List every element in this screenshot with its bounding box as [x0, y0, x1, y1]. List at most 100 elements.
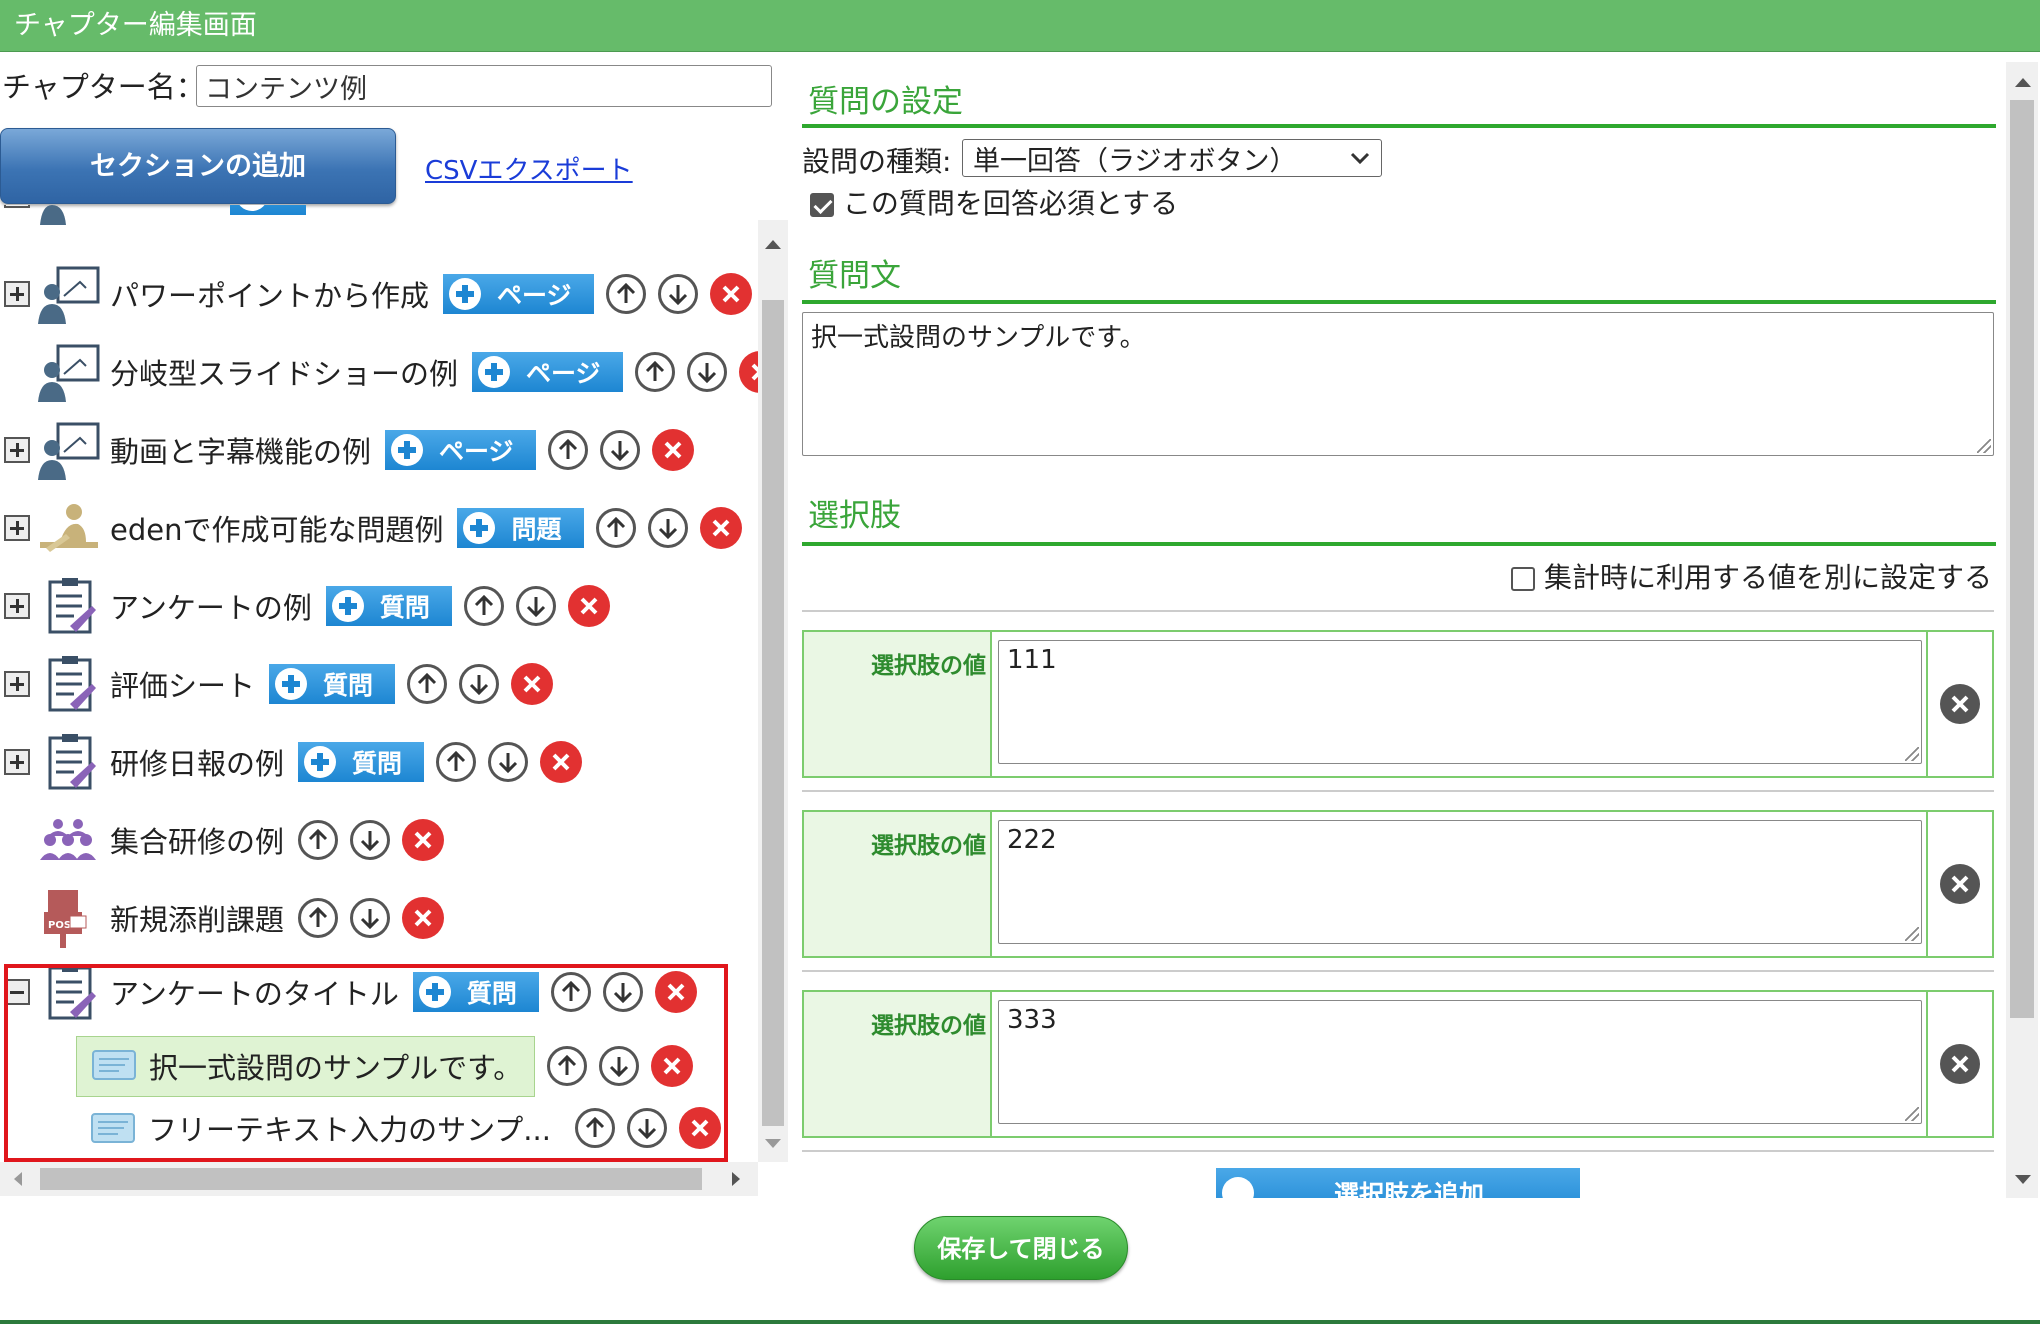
expand-icon[interactable]	[4, 515, 30, 541]
add-item-label: ページ	[526, 359, 601, 388]
question-text-textarea[interactable]: 択一式設問のサンプルです。	[802, 312, 1994, 456]
add-item-button[interactable]: ページ	[385, 430, 536, 470]
tree-item-label: 集合研修の例	[110, 825, 285, 859]
delete-icon[interactable]	[709, 273, 752, 315]
option-value-textarea[interactable]: 111	[998, 640, 1922, 764]
move-down-icon[interactable]	[488, 742, 529, 782]
move-down-icon[interactable]	[459, 664, 500, 704]
add-item-button[interactable]: 質問	[298, 742, 425, 782]
add-item-button[interactable]: 質問	[325, 586, 452, 626]
settings-scroll-thumb[interactable]	[2010, 100, 2034, 1018]
presenter-icon	[36, 342, 102, 402]
save-and-close-button[interactable]: 保存して閉じる	[914, 1216, 1128, 1280]
move-down-icon[interactable]	[657, 274, 698, 314]
tree-row[interactable]: 評価シート 質問	[0, 654, 554, 714]
resize-handle[interactable]	[1977, 439, 1991, 453]
tree-row[interactable]: 研修日報の例 質問	[0, 732, 583, 792]
add-item-button[interactable]: ページ	[472, 352, 623, 392]
expand-icon[interactable]	[4, 593, 30, 619]
scroll-right-arrow-icon[interactable]	[728, 1170, 744, 1188]
expand-icon[interactable]	[4, 437, 30, 463]
delete-icon[interactable]	[567, 585, 610, 627]
delete-icon[interactable]	[402, 897, 445, 939]
move-down-icon[interactable]	[350, 898, 391, 938]
delete-icon[interactable]	[540, 741, 583, 783]
plus-icon	[331, 590, 364, 622]
move-up-icon[interactable]	[634, 352, 675, 392]
option-value: 333	[1007, 1005, 1057, 1035]
scroll-left-arrow-icon[interactable]	[10, 1170, 26, 1188]
move-up-icon[interactable]	[547, 430, 588, 470]
tree-item-label: edenで作成可能な問題例	[110, 513, 444, 547]
study-icon	[36, 498, 102, 558]
add-section-button[interactable]: セクションの追加	[0, 128, 396, 204]
tree-row[interactable]: POST 新規添削課題	[0, 888, 445, 948]
tree-row[interactable]: edenで作成可能な問題例 問題	[0, 498, 742, 558]
add-item-button[interactable]: 問題	[457, 508, 584, 548]
remove-option-icon[interactable]	[1940, 864, 1980, 904]
tree-row[interactable]: 動画と字幕機能の例 ページ	[0, 420, 694, 480]
move-down-icon[interactable]	[599, 430, 640, 470]
question-type-select[interactable]: 単一回答（ラジオボタン）	[962, 139, 1382, 177]
move-down-icon[interactable]	[647, 508, 688, 548]
add-item-label: 質問	[323, 671, 374, 700]
presenter-icon	[36, 420, 102, 480]
option-value-textarea[interactable]: 222	[998, 820, 1922, 944]
remove-option-icon[interactable]	[1940, 684, 1980, 724]
tree-row[interactable]: 集合研修の例	[0, 810, 445, 870]
option-value-textarea[interactable]: 333	[998, 1000, 1922, 1124]
divider	[802, 790, 1994, 792]
move-down-icon[interactable]	[686, 352, 727, 392]
divider	[802, 970, 1994, 972]
delete-icon[interactable]	[402, 819, 445, 861]
scroll-down-arrow-icon[interactable]	[762, 1136, 784, 1152]
tree-horizontal-scrollbar[interactable]	[0, 1162, 758, 1196]
settings-scroll-down-arrow-icon[interactable]	[2012, 1172, 2034, 1188]
tree-item-label: 研修日報の例	[110, 747, 285, 781]
settings-scroll-up-arrow-icon[interactable]	[2012, 74, 2034, 90]
move-down-icon[interactable]	[350, 820, 391, 860]
option-row: 選択肢の値 111	[802, 630, 1994, 778]
move-up-icon[interactable]	[595, 508, 636, 548]
resize-handle[interactable]	[1905, 927, 1919, 941]
move-up-icon[interactable]	[463, 586, 504, 626]
move-up-icon[interactable]	[298, 898, 339, 938]
divider	[802, 300, 1996, 304]
add-item-button[interactable]: ページ	[443, 274, 594, 314]
add-option-button[interactable]: 選択肢を追加	[1216, 1168, 1580, 1198]
plus-icon	[449, 278, 482, 310]
chapter-name-input[interactable]	[196, 65, 772, 107]
options-heading: 選択肢	[808, 498, 901, 534]
option-value-label: 選択肢の値	[804, 632, 992, 776]
scroll-up-arrow-icon[interactable]	[762, 236, 784, 252]
move-up-icon[interactable]	[407, 664, 448, 704]
tree-row[interactable]: パワーポイントから作成 ページ	[0, 264, 752, 324]
csv-export-link[interactable]: CSVエクスポート	[425, 150, 633, 187]
delete-icon[interactable]	[651, 429, 694, 471]
move-up-icon[interactable]	[436, 742, 477, 782]
tree-row[interactable]: 分岐型スライドショーの例 ページ	[0, 342, 781, 402]
tree-scroll-thumb[interactable]	[762, 300, 784, 1126]
expand-icon[interactable]	[4, 749, 30, 775]
add-item-button[interactable]: 質問	[269, 664, 396, 704]
separate-value-checkbox[interactable]	[1511, 567, 1536, 591]
move-up-icon[interactable]	[298, 820, 339, 860]
resize-handle[interactable]	[1905, 747, 1919, 761]
remove-option-icon[interactable]	[1940, 1044, 1980, 1084]
required-checkbox[interactable]	[810, 193, 834, 217]
expand-icon[interactable]	[4, 205, 30, 208]
divider	[802, 124, 1996, 128]
expand-icon[interactable]	[4, 281, 30, 307]
add-page-button[interactable]	[230, 205, 306, 215]
add-item-label: 質問	[352, 749, 403, 778]
question-settings-panel: 質問の設定 設問の種類: 単一回答（ラジオボタン） この質問を回答必須とする 質…	[800, 62, 2006, 1198]
move-down-icon[interactable]	[515, 586, 556, 626]
tree-row[interactable]: アンケートの例 質問	[0, 576, 610, 636]
expand-icon[interactable]	[4, 671, 30, 697]
move-up-icon[interactable]	[605, 274, 646, 314]
delete-icon[interactable]	[511, 663, 554, 705]
tree-hscroll-thumb[interactable]	[40, 1168, 702, 1190]
separate-value-row: 集計時に利用する値を別に設定する	[1511, 556, 1992, 596]
delete-icon[interactable]	[699, 507, 742, 549]
resize-handle[interactable]	[1905, 1107, 1919, 1121]
